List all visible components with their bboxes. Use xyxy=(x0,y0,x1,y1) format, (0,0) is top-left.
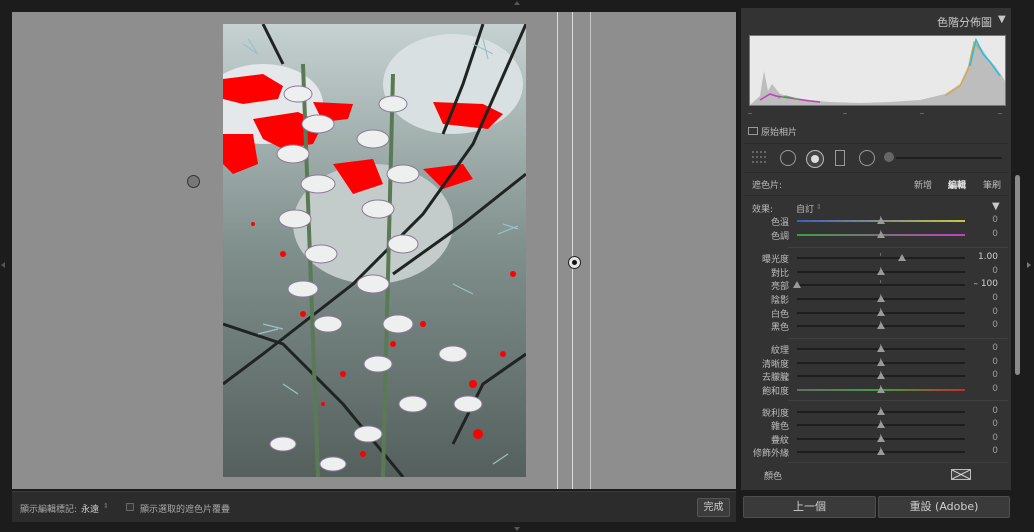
defringe-slider-thumb[interactable] xyxy=(877,448,885,455)
color-label: 顏色 xyxy=(764,472,783,482)
right-panel-toggle-icon[interactable] xyxy=(1027,262,1031,268)
clarity-value[interactable]: 0 xyxy=(970,357,998,367)
photo-image xyxy=(223,24,526,477)
noise-label: 雜色 xyxy=(770,422,789,432)
whites-value[interactable]: 0 xyxy=(970,307,998,317)
show-edit-pins-dropdown[interactable]: 永遠 xyxy=(81,502,99,515)
dropdown-arrows-icon[interactable]: ⇕ xyxy=(816,203,822,211)
temp-value[interactable]: 0 xyxy=(970,215,998,225)
texture-slider-thumb[interactable] xyxy=(877,345,885,352)
size-slider-track[interactable] xyxy=(896,157,1002,159)
dehaze-value[interactable]: 0 xyxy=(970,370,998,380)
dehaze-slider-thumb[interactable] xyxy=(877,372,885,379)
clarity-label: 清晰度 xyxy=(761,360,789,370)
clarity-slider-thumb[interactable] xyxy=(877,359,885,366)
shadows-slider-thumb[interactable] xyxy=(877,295,885,302)
left-panel-toggle-icon[interactable] xyxy=(1,262,5,268)
shadows-value[interactable]: 0 xyxy=(970,293,998,303)
tint-value[interactable]: 0 xyxy=(970,229,998,239)
graduated-filter-line[interactable] xyxy=(590,12,591,489)
moire-slider-thumb[interactable] xyxy=(877,435,885,442)
highlights-slider-thumb[interactable] xyxy=(793,281,801,288)
original-photo-label: 原始相片 xyxy=(761,128,798,138)
original-photo-checkbox[interactable] xyxy=(748,127,758,135)
whites-slider-thumb[interactable] xyxy=(877,309,885,316)
sharpness-value[interactable]: 0 xyxy=(970,406,998,416)
mask-overlay-checkbox[interactable] xyxy=(126,503,134,511)
blacks-label: 黑色 xyxy=(770,323,789,333)
contrast-slider-thumb[interactable] xyxy=(877,268,885,275)
center-tick xyxy=(880,280,881,283)
radial-tool-icon[interactable] xyxy=(780,150,796,166)
new-mask-button[interactable]: 新增 xyxy=(914,178,932,191)
previous-button[interactable]: 上一個 xyxy=(743,496,876,518)
exposure-label: 曝光度 xyxy=(761,255,789,265)
brush-mask-button[interactable]: 筆刷 xyxy=(983,178,1001,191)
histogram-graph xyxy=(750,37,1005,105)
graduated-filter-line[interactable] xyxy=(557,12,558,489)
filter-pin-active[interactable] xyxy=(568,256,581,269)
photo-preview[interactable] xyxy=(223,24,526,477)
tint-slider-thumb[interactable] xyxy=(877,231,885,238)
whites-label: 白色 xyxy=(770,310,789,320)
reset-button[interactable]: 重設 (Adobe) xyxy=(878,496,1010,518)
grid-icon[interactable] xyxy=(752,151,768,164)
defringe-value[interactable]: 0 xyxy=(970,446,998,456)
dropdown-arrows-icon[interactable]: ⇕ xyxy=(103,502,109,510)
panel-scrollbar[interactable] xyxy=(1015,175,1020,375)
show-mask-overlay-label: 顯示選取的遮色片覆疊 xyxy=(140,505,231,515)
brush-target-icon[interactable] xyxy=(806,150,824,168)
highlights-label: 亮部 xyxy=(770,282,789,292)
sharpness-label: 銳利度 xyxy=(761,409,789,419)
highlights-slider[interactable] xyxy=(797,284,965,286)
tint-label: 色調 xyxy=(770,232,789,242)
center-tick xyxy=(880,253,881,256)
sharpness-slider-thumb[interactable] xyxy=(877,408,885,415)
triangle-down-icon[interactable]: ▼ xyxy=(992,201,1000,212)
saturation-value[interactable]: 0 xyxy=(970,384,998,394)
moire-label: 疊紋 xyxy=(770,436,789,446)
temp-label: 色溫 xyxy=(770,218,789,228)
size-slider-icon[interactable] xyxy=(884,152,894,162)
histogram-title[interactable]: 色階分佈圖 xyxy=(937,14,992,30)
texture-value[interactable]: 0 xyxy=(970,343,998,353)
histogram[interactable] xyxy=(749,35,1006,106)
exposure-slider-thumb[interactable] xyxy=(898,254,906,261)
moire-value[interactable]: 0 xyxy=(970,433,998,443)
effect-label: 效果: xyxy=(752,205,774,215)
dehaze-label: 去朦朧 xyxy=(761,373,789,383)
highlights-value[interactable]: – 100 xyxy=(970,279,998,289)
saturation-slider-thumb[interactable] xyxy=(877,386,885,393)
contrast-value[interactable]: 0 xyxy=(970,266,998,276)
blacks-value[interactable]: 0 xyxy=(970,320,998,330)
edit-mask-button[interactable]: 編輯 xyxy=(948,178,966,191)
bottom-toolbar: 顯示編輯標記: 永遠 ⇕ 顯示選取的遮色片覆疊 完成 xyxy=(12,491,736,522)
defringe-label: 修飾外緣 xyxy=(752,449,789,459)
texture-label: 紋理 xyxy=(770,346,789,356)
triangle-down-icon[interactable]: ▼ xyxy=(998,14,1006,25)
bottom-panel-toggle-icon[interactable] xyxy=(514,527,520,531)
blacks-slider-thumb[interactable] xyxy=(877,322,885,329)
effect-dropdown[interactable]: 自訂 xyxy=(796,202,814,215)
noise-slider-thumb[interactable] xyxy=(877,421,885,428)
top-panel-toggle-icon[interactable] xyxy=(514,1,520,5)
saturation-label: 飽和度 xyxy=(761,387,789,397)
show-edit-pins-label: 顯示編輯標記: xyxy=(20,505,78,515)
exposure-slider[interactable] xyxy=(797,257,965,259)
rectangle-icon[interactable] xyxy=(835,150,845,166)
noise-value[interactable]: 0 xyxy=(970,419,998,429)
graduated-filter-line[interactable] xyxy=(572,12,573,489)
temp-slider-thumb[interactable] xyxy=(877,217,885,224)
mask-label: 遮色片: xyxy=(752,181,783,191)
contrast-label: 對比 xyxy=(770,269,789,279)
filter-pin-inactive[interactable] xyxy=(187,175,200,188)
no-color-swatch-icon[interactable] xyxy=(951,469,971,480)
shadows-label: 陰影 xyxy=(770,296,789,306)
exposure-value[interactable]: 1.00 xyxy=(970,252,998,262)
done-button[interactable]: 完成 xyxy=(697,498,730,517)
circle-icon[interactable] xyxy=(859,150,875,166)
